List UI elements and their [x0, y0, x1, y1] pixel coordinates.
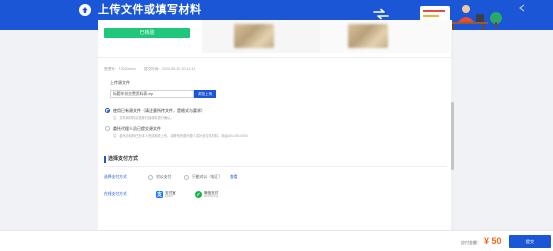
- section-accent-bar: [104, 156, 106, 163]
- scrollbar-thumb[interactable]: [451, 102, 454, 170]
- scrollbar[interactable]: [451, 30, 454, 230]
- payment-method-label: 选择支付方式: [104, 175, 127, 179]
- option-radio-existing[interactable]: [105, 108, 110, 113]
- main-panel: 已核验 受理号：T2020xxxx 提交时间：2020-05-20 10:41:…: [98, 20, 452, 230]
- blurred-document-image: [348, 24, 388, 48]
- wechat-pay-sub: WeChat Pay: [204, 195, 219, 198]
- option-note: 注：文件和材料请选择已经材料进行确认。: [113, 116, 174, 120]
- wechat-pay-option[interactable]: ✓ 微信支付 WeChat Pay: [195, 190, 219, 199]
- document-preview-card[interactable]: [202, 20, 332, 53]
- browse-upload-button[interactable]: 浏览上传: [194, 90, 216, 98]
- view-details-link[interactable]: 查看: [230, 175, 238, 180]
- swap-arrows-icon: [373, 8, 389, 20]
- wechat-pay-icon: ✓: [195, 191, 202, 198]
- option-note: 注：若代办机构已在本人完成相关上传，请联系所属代理人员补全文件材料，电话400-…: [113, 134, 248, 138]
- blurred-document-image: [234, 24, 274, 48]
- alipay-sub: ALIPAY: [165, 195, 174, 198]
- wire-transfer-radio[interactable]: [184, 175, 189, 180]
- price-value: ¥ 50: [484, 236, 502, 246]
- meta-number: 受理号：T2020xxxx: [104, 67, 136, 71]
- arrow-up-circle-icon: [79, 4, 91, 16]
- corporate-pay-radio[interactable]: [148, 175, 153, 180]
- meta-time: 提交时间：2020-05-20 10:41:31: [144, 67, 196, 71]
- page-title: 上传文件或填写材料: [98, 4, 202, 16]
- upload-section-label: 上传源文件: [110, 80, 130, 85]
- option-title: 委托代理人员已提交源文件: [113, 126, 161, 131]
- document-preview-card[interactable]: [320, 20, 450, 53]
- online-payment-label: 在线支付方式: [104, 192, 127, 196]
- option-title: 使用已有源文件（请注意所传文件，是格式与要求）: [113, 108, 205, 113]
- corporate-pay-label: 对公支付: [156, 175, 172, 179]
- divider: [98, 57, 452, 58]
- alipay-icon: 支: [156, 191, 163, 198]
- option-radio-agent[interactable]: [105, 126, 110, 131]
- submit-button[interactable]: 提交: [509, 235, 551, 248]
- price-label: 应付金额：: [461, 240, 481, 245]
- alipay-option[interactable]: 支 支付宝 ALIPAY: [156, 190, 176, 199]
- wire-transfer-label: 只能对公（电汇）: [192, 175, 223, 179]
- footer-bar: 应付金额： ¥ 50 提交: [0, 230, 553, 251]
- divider: [104, 166, 447, 167]
- back-arrow-icon[interactable]: [518, 4, 526, 12]
- payment-section-title: 选择支付方式: [108, 156, 139, 162]
- verified-button[interactable]: 已核验: [104, 28, 190, 38]
- file-name-input[interactable]: 标题年份交费资料表.zip: [110, 90, 194, 98]
